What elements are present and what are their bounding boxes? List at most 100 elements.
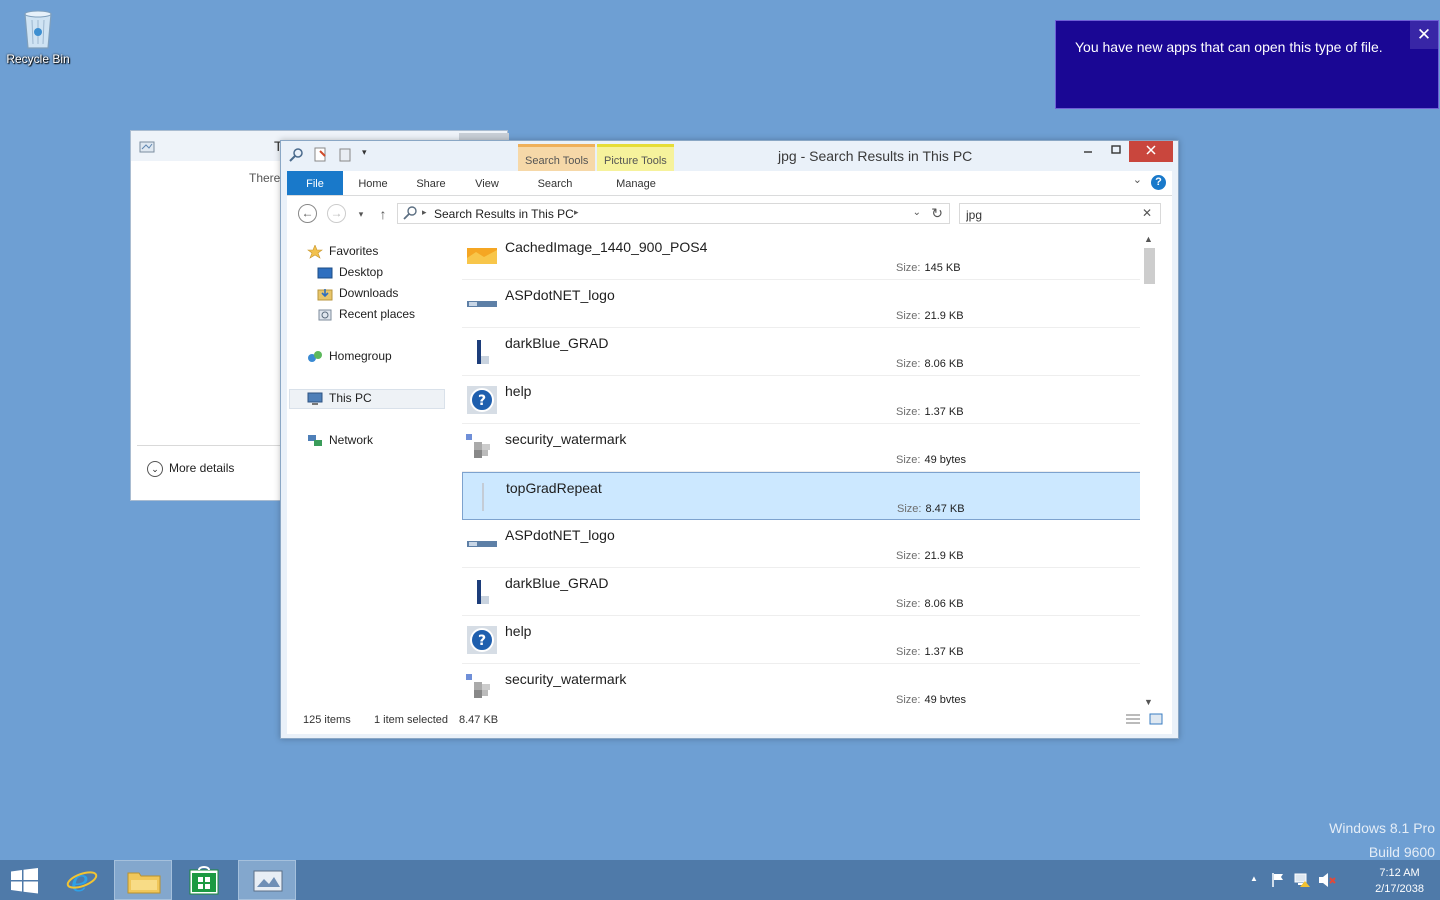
scroll-down-icon[interactable]: ▼ xyxy=(1144,697,1153,707)
quick-access-toolbar: ▾ xyxy=(289,147,377,165)
taskbar-file-explorer[interactable] xyxy=(114,860,172,900)
file-size-label: Size: xyxy=(896,550,921,562)
tab-manage[interactable]: Manage xyxy=(611,171,661,195)
file-name: topGradRepeat xyxy=(506,480,602,496)
file-size-label: Size: xyxy=(896,310,921,322)
tab-search[interactable]: Search xyxy=(533,171,577,195)
explorer-window[interactable]: ▾ Search Tools Picture Tools jpg - Searc… xyxy=(280,140,1179,739)
new-folder-icon[interactable] xyxy=(338,147,353,162)
nav-network-label: Network xyxy=(329,433,374,447)
internet-explorer-icon: e xyxy=(66,864,98,896)
details-view-icon[interactable] xyxy=(1125,713,1141,728)
file-size: 1.37 KB xyxy=(924,406,964,418)
clear-search-icon[interactable]: ✕ xyxy=(1142,206,1152,220)
minimize-button[interactable] xyxy=(1073,141,1102,162)
aspnet-logo-thumb-icon xyxy=(466,290,498,318)
show-hidden-icons-icon[interactable]: ▲ xyxy=(1250,874,1258,883)
item-count: 125 items xyxy=(303,714,351,726)
file-name: CachedImage_1440_900_POS4 xyxy=(505,239,708,255)
downloads-folder-icon xyxy=(317,287,333,301)
help-thumb-icon: ? xyxy=(466,626,498,654)
action-center-flag-icon[interactable] xyxy=(1270,872,1286,891)
search-tools-context-tab[interactable]: Search Tools xyxy=(518,144,596,174)
tab-share[interactable]: Share xyxy=(411,171,451,195)
nav-homegroup[interactable]: Homegroup xyxy=(307,349,392,364)
up-button[interactable]: ↑ xyxy=(373,204,393,224)
file-row[interactable]: ? help Size: 1.37 KB xyxy=(462,616,1154,664)
tab-view[interactable]: View xyxy=(467,171,507,195)
file-row[interactable]: CachedImage_1440_900_POS4 Size: 145 KB xyxy=(462,232,1154,280)
picture-tools-context-tab[interactable]: Picture Tools xyxy=(597,144,674,174)
breadcrumb[interactable]: Search Results in This PC xyxy=(434,207,574,221)
taskbar-store[interactable] xyxy=(176,860,234,900)
toast-close-button[interactable]: ✕ xyxy=(1410,21,1438,49)
system-tray: ▲ 7:12 AM 2/17/2038 xyxy=(1250,860,1440,900)
file-row[interactable]: darkBlue_GRAD Size: 8.06 KB xyxy=(462,328,1154,376)
gradient-thumb-icon xyxy=(466,338,498,366)
recent-locations-button[interactable]: ▾ xyxy=(351,204,371,224)
address-bar[interactable]: ▸ Search Results in This PC ▸ ⌄ ↻ xyxy=(397,203,950,224)
file-row[interactable]: topGradRepeat Size: 8.47 KB xyxy=(462,472,1154,520)
properties-icon[interactable] xyxy=(313,147,328,162)
nav-desktop[interactable]: Desktop xyxy=(317,265,383,280)
nav-favorites[interactable]: Favorites xyxy=(307,244,378,259)
scrollbar-thumb[interactable] xyxy=(1144,248,1155,284)
scroll-up-icon[interactable]: ▲ xyxy=(1144,234,1153,244)
file-row[interactable]: security_watermark Size: 49 bytes xyxy=(462,424,1154,472)
file-row[interactable]: darkBlue_GRAD Size: 8.06 KB xyxy=(462,568,1154,616)
file-name: ASPdotNET_logo xyxy=(505,287,615,303)
close-button[interactable] xyxy=(1129,141,1173,162)
maximize-button[interactable] xyxy=(1101,141,1130,162)
explorer-titlebar[interactable]: ▾ Search Tools Picture Tools jpg - Searc… xyxy=(281,141,1178,174)
forward-button[interactable]: → xyxy=(327,204,346,223)
close-icon xyxy=(1146,145,1156,155)
file-size-field: Size: 1.37 KB xyxy=(896,646,964,658)
refresh-icon[interactable]: ↻ xyxy=(931,205,943,222)
chevron-down-icon: ⌄ xyxy=(147,461,163,477)
search-input[interactable] xyxy=(964,206,1138,223)
nav-downloads[interactable]: Downloads xyxy=(317,286,398,301)
file-row[interactable]: ASPdotNET_logo Size: 21.9 KB xyxy=(462,520,1154,568)
file-size: 1.37 KB xyxy=(924,646,964,658)
file-size-field: Size: 49 bytes xyxy=(896,454,966,466)
large-icons-view-icon[interactable] xyxy=(1149,713,1163,728)
maximize-icon xyxy=(1110,145,1121,154)
nav-this-pc[interactable]: This PC xyxy=(307,391,372,406)
file-row[interactable]: ? help Size: 1.37 KB xyxy=(462,376,1154,424)
watermark-thumb-icon xyxy=(466,674,498,702)
store-icon xyxy=(189,866,219,895)
background-window-app-icon xyxy=(139,141,155,153)
clock[interactable]: 7:12 AM 2/17/2038 xyxy=(1375,865,1424,897)
address-dropdown-icon[interactable]: ⌄ xyxy=(913,207,921,218)
arrow-up-icon: ↑ xyxy=(379,206,387,222)
taskbar-photo-viewer[interactable] xyxy=(238,860,296,900)
more-details-button[interactable]: ⌄ More details xyxy=(147,461,234,477)
recycle-bin-desktop-icon[interactable]: Recycle Bin xyxy=(2,6,74,66)
search-box[interactable]: ✕ xyxy=(959,203,1161,224)
tab-home[interactable]: Home xyxy=(353,171,393,195)
back-button[interactable]: ← xyxy=(298,204,317,223)
recycle-bin-label: Recycle Bin xyxy=(6,52,70,66)
clock-date: 2/17/2038 xyxy=(1375,883,1424,895)
help-icon[interactable]: ? xyxy=(1151,175,1166,190)
taskbar-internet-explorer[interactable]: e xyxy=(54,860,112,900)
nav-network[interactable]: Network xyxy=(307,433,373,448)
star-icon xyxy=(307,244,323,259)
file-name: ASPdotNET_logo xyxy=(505,527,615,543)
file-row[interactable]: security_watermark Size: 49 bvtes xyxy=(462,664,1154,709)
breadcrumb-expand-icon[interactable]: ▸ xyxy=(574,207,579,218)
tab-file[interactable]: File xyxy=(287,171,343,195)
expand-ribbon-icon[interactable]: ⌄ xyxy=(1133,173,1142,186)
file-row[interactable]: ASPdotNET_logo Size: 21.9 KB xyxy=(462,280,1154,328)
background-window-text: There xyxy=(249,171,281,185)
network-status-icon[interactable] xyxy=(1294,872,1312,891)
nav-recent-places[interactable]: Recent places xyxy=(317,307,415,322)
vertical-scrollbar[interactable]: ▲ ▼ xyxy=(1140,232,1157,709)
start-button[interactable] xyxy=(0,860,58,900)
file-size: 8.47 KB xyxy=(925,503,965,515)
customize-toolbar-icon[interactable]: ▾ xyxy=(362,147,371,162)
speaker-muted-icon[interactable] xyxy=(1318,872,1336,891)
new-apps-toast[interactable]: You have new apps that can open this typ… xyxy=(1055,20,1439,109)
breadcrumb-separator-icon: ▸ xyxy=(422,207,427,217)
status-bar: 125 items 1 item selected 8.47 KB xyxy=(287,709,1172,734)
